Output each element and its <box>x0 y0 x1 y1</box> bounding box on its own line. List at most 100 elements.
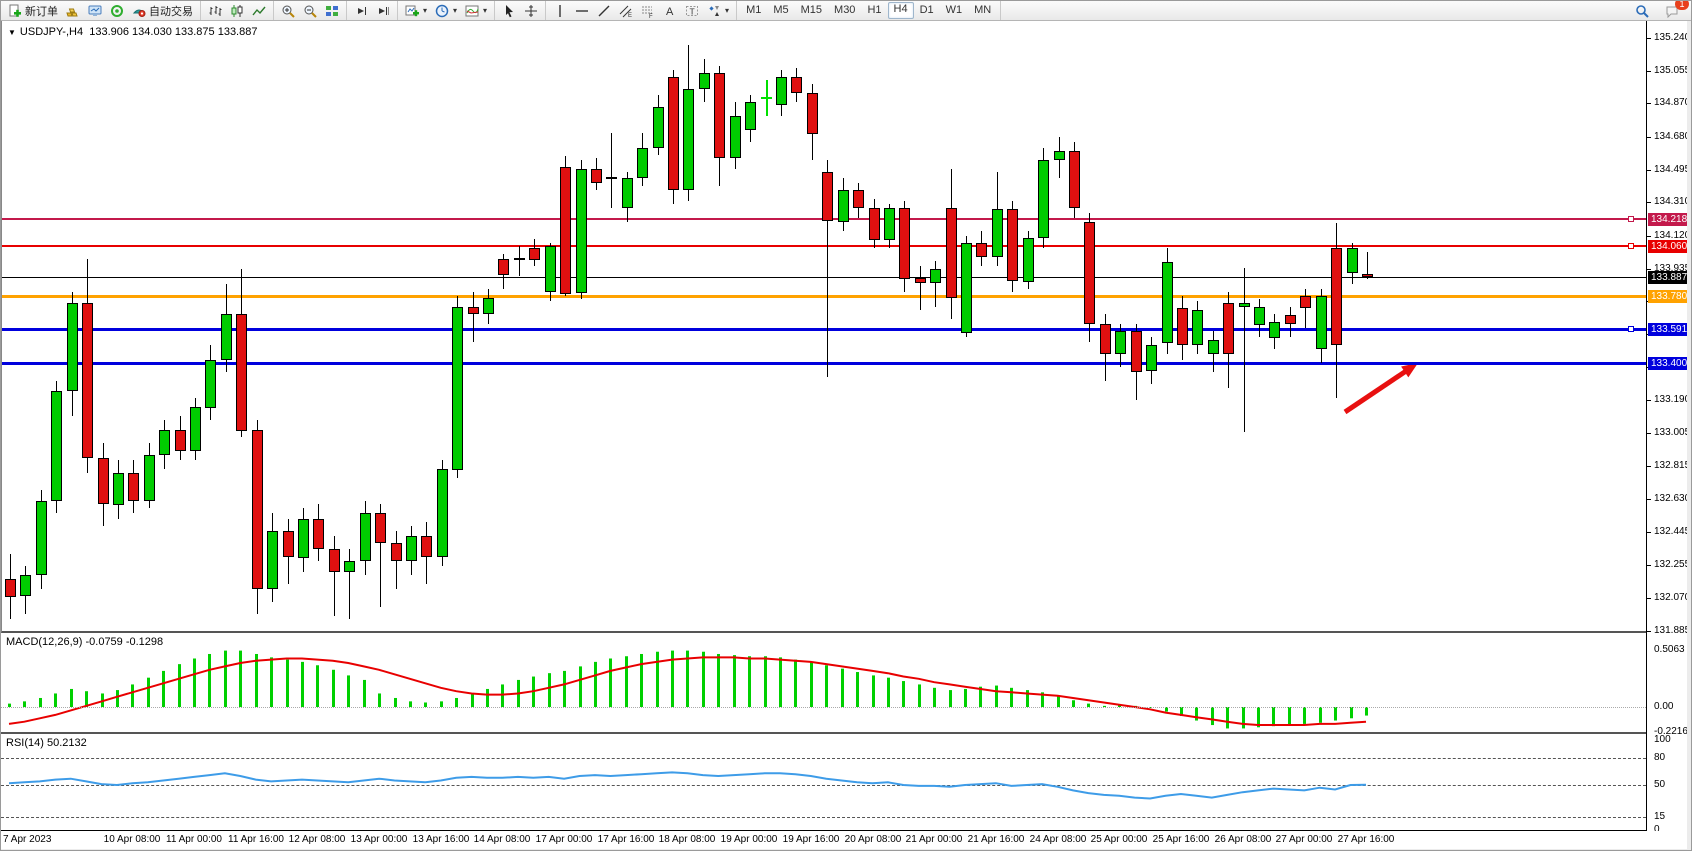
candle <box>1131 331 1142 372</box>
rsi-axis-label: 15 <box>1654 811 1665 822</box>
candle <box>1054 151 1065 160</box>
arrows-button[interactable]: ▾ <box>703 2 733 19</box>
horizontal-line-button[interactable] <box>571 2 593 19</box>
macd-zero-line <box>1 707 1646 708</box>
cursor-button[interactable] <box>498 2 520 19</box>
timeframe-w1[interactable]: W1 <box>940 2 969 19</box>
zoom-in-button[interactable] <box>277 2 299 19</box>
chevron-down-icon: ▾ <box>453 6 457 15</box>
candle <box>591 169 602 183</box>
price-tick-label: 133.190 <box>1654 394 1690 405</box>
candle <box>869 208 880 240</box>
timeframe-m1[interactable]: M1 <box>740 2 767 19</box>
arrow-annotation[interactable] <box>2 21 1647 631</box>
auto-trading-button[interactable]: 自动交易 <box>128 2 197 19</box>
hline-133.780[interactable] <box>2 295 1647 298</box>
toolbar-group-chart-type <box>201 1 274 20</box>
notifications-button[interactable]: 1 <box>1661 2 1683 19</box>
candle <box>699 73 710 89</box>
rsi-axis-label: 100 <box>1654 734 1671 745</box>
fibonacci-icon: F <box>641 4 655 18</box>
price-tick-label: 135.055 <box>1654 65 1690 76</box>
candle <box>498 259 509 275</box>
candle <box>221 314 232 360</box>
svg-text:F: F <box>649 14 653 18</box>
hline-handle[interactable] <box>1628 216 1634 222</box>
candle <box>1269 322 1280 338</box>
timeframe-m30[interactable]: M30 <box>828 2 861 19</box>
candle <box>899 208 910 279</box>
fibonacci-button[interactable]: F <box>637 2 659 19</box>
candle <box>976 243 987 257</box>
hline-134.060[interactable] <box>2 245 1647 247</box>
new-chart-button[interactable]: ▾ <box>401 2 431 19</box>
price-tick-label: 135.240 <box>1654 32 1690 43</box>
bar-chart-button[interactable] <box>204 2 226 19</box>
new-order-label: 新订单 <box>25 3 58 19</box>
candle <box>915 278 926 283</box>
candle <box>82 303 93 458</box>
crosshair-button[interactable] <box>520 2 542 19</box>
text-button[interactable]: A <box>659 2 681 19</box>
periods-icon <box>435 4 449 18</box>
periods-button[interactable]: ▾ <box>431 2 461 19</box>
candle <box>1300 296 1311 308</box>
signal-button[interactable] <box>106 2 128 19</box>
text-label-button[interactable]: T <box>681 2 703 19</box>
toolbar-group-scroll <box>347 1 398 20</box>
candle <box>175 430 186 451</box>
price-tick-label: 132.255 <box>1654 559 1690 570</box>
new-chart-icon <box>405 4 419 18</box>
hline-133.887[interactable] <box>2 277 1647 278</box>
time-axis-label: 21 Apr 00:00 <box>906 834 963 845</box>
candle <box>1007 209 1018 281</box>
candle <box>1331 248 1342 345</box>
time-axis[interactable]: 7 Apr 202310 Apr 08:0011 Apr 00:0011 Apr… <box>1 831 1692 849</box>
tile-windows-button[interactable] <box>321 2 343 19</box>
auto-scroll-button[interactable] <box>350 2 372 19</box>
channel-button[interactable]: E <box>615 2 637 19</box>
hline-handle[interactable] <box>1628 326 1634 332</box>
candle <box>421 536 432 557</box>
chart-shift-button[interactable] <box>372 2 394 19</box>
candle <box>1038 160 1049 238</box>
zoom-in-icon <box>281 4 295 18</box>
candle <box>36 501 47 575</box>
hline-133.591[interactable] <box>2 328 1647 331</box>
macd-panel[interactable]: MACD(12,26,9) -0.0759 -0.1298 <box>1 633 1646 734</box>
rsi-panel[interactable]: RSI(14) 50.2132 <box>1 734 1646 831</box>
vertical-line-button[interactable] <box>549 2 571 19</box>
new-order-button[interactable]: 新订单 <box>4 2 62 19</box>
timeframe-mn[interactable]: MN <box>968 2 997 19</box>
trendline-button[interactable] <box>593 2 615 19</box>
indicators-button[interactable]: ▾ <box>461 2 491 19</box>
line-chart-icon <box>252 4 266 18</box>
zoom-out-button[interactable] <box>299 2 321 19</box>
candle <box>406 536 417 561</box>
candle <box>1023 238 1034 282</box>
hline-handle[interactable] <box>1628 243 1634 249</box>
line-chart-button[interactable] <box>248 2 270 19</box>
hline-133.400[interactable] <box>2 362 1647 365</box>
candle-wick <box>920 266 921 310</box>
timeframe-d1[interactable]: D1 <box>914 2 940 19</box>
candlestick-chart-button[interactable] <box>226 2 248 19</box>
price-axis[interactable]: 135.240135.055134.870134.680134.495134.3… <box>1646 21 1692 831</box>
search-button[interactable] <box>1631 2 1653 19</box>
candle <box>344 561 355 572</box>
market-watch-button[interactable] <box>84 2 106 19</box>
main-chart-plot[interactable]: ▼USDJPY-,H4 133.906 134.030 133.875 133.… <box>1 21 1647 633</box>
rsi-axis-label: 80 <box>1654 752 1665 763</box>
candle <box>452 307 463 470</box>
candle <box>683 89 694 190</box>
doji-candle <box>514 258 525 260</box>
time-axis-label: 25 Apr 16:00 <box>1153 834 1210 845</box>
candle <box>468 307 479 314</box>
timeframe-h1[interactable]: H1 <box>861 2 887 19</box>
zoom-out-icon <box>303 4 317 18</box>
gold-bars-button[interactable] <box>62 2 84 19</box>
timeframe-h4[interactable]: H4 <box>888 2 914 19</box>
timeframe-m5[interactable]: M5 <box>767 2 794 19</box>
timeframe-m15[interactable]: M15 <box>795 2 828 19</box>
indicators-icon <box>465 4 479 18</box>
